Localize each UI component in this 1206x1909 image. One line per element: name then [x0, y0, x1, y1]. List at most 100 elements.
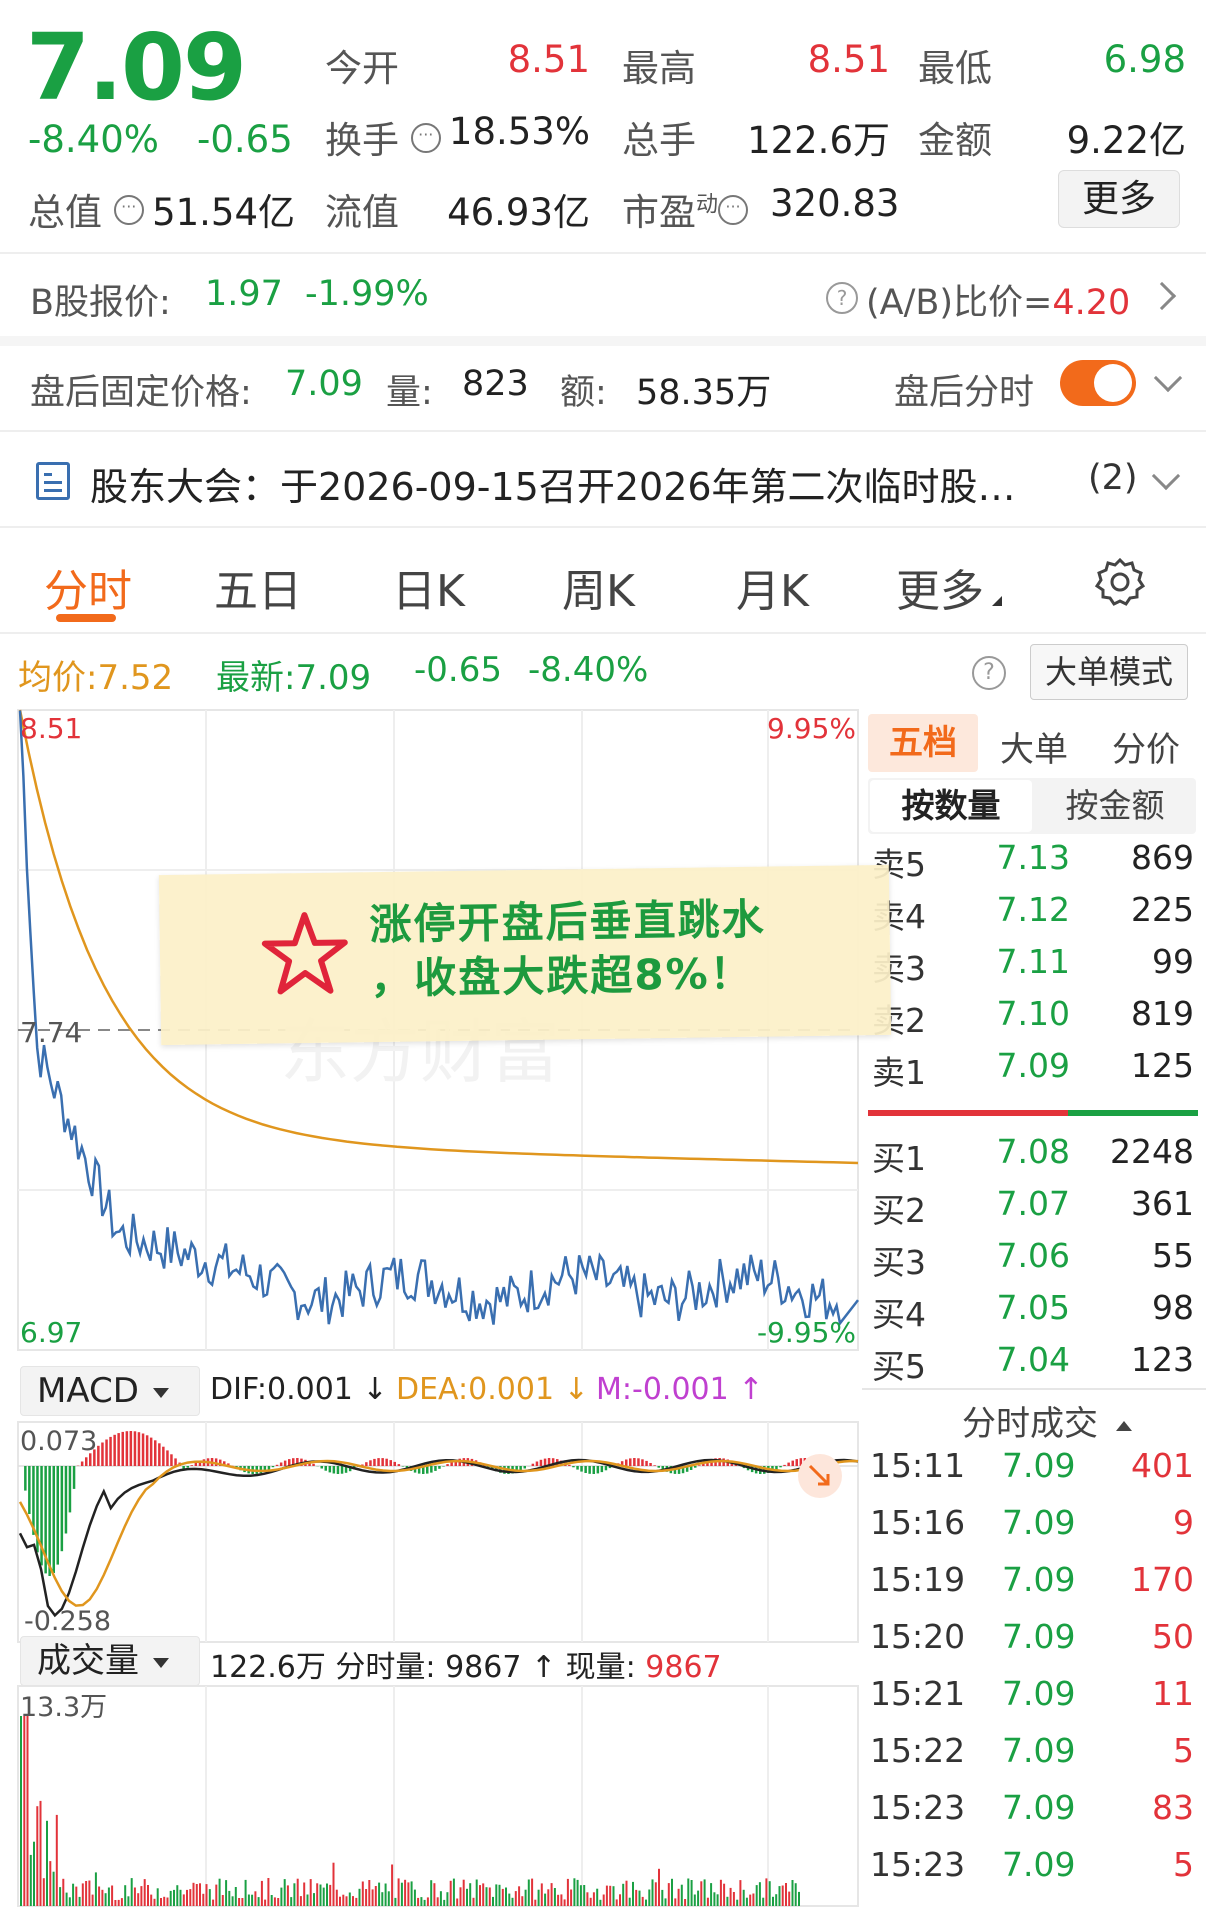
info-icon[interactable]: ··· [113, 194, 144, 225]
volume-bar [407, 1882, 410, 1906]
volume-bar [798, 1891, 800, 1906]
volume-bar [234, 1887, 237, 1906]
more-button[interactable]: 更多 [1058, 170, 1180, 228]
volume-bar [745, 1897, 748, 1906]
tab-price-distribution[interactable]: 分价 [1112, 722, 1180, 771]
volume-bar [547, 1889, 550, 1906]
macd-bar [787, 1462, 790, 1466]
ticks-title[interactable]: 分时成交 [962, 1396, 1132, 1445]
macd-bar [649, 1463, 652, 1466]
after-hours-vol: 823 [462, 364, 529, 404]
volume-bar [277, 1898, 280, 1906]
tab-monthly-k[interactable]: 月K [736, 555, 809, 619]
settings-icon[interactable] [1094, 556, 1146, 608]
macd-bar [64, 1466, 68, 1534]
float-value: 46.93亿 [447, 191, 590, 234]
volume-bar [150, 1894, 153, 1906]
volume-bar [163, 1896, 166, 1906]
bid-row: 买4 7.05 98 [872, 1288, 1194, 1334]
macd-bar [523, 1466, 526, 1469]
volume-bar [518, 1886, 521, 1906]
tab-big-orders[interactable]: 大单 [1000, 722, 1068, 771]
volume-bar [609, 1885, 612, 1906]
volume-bar [247, 1894, 250, 1906]
volume-bar [446, 1892, 449, 1906]
big-order-mode-button[interactable]: 大单模式 [1030, 644, 1188, 700]
volume-bar [775, 1894, 778, 1906]
macd-m: M:-0.001 ↑ [596, 1372, 764, 1407]
volume-bar [309, 1879, 312, 1906]
volume-bar [94, 1872, 97, 1906]
volume-bar [378, 1882, 381, 1906]
volume-bar [322, 1887, 325, 1906]
macd-bar [141, 1433, 145, 1466]
subtab-by-quantity[interactable]: 按数量 [870, 780, 1032, 832]
bshare-pct: -1.99% [305, 274, 429, 314]
chevron-down-icon[interactable] [1153, 363, 1183, 393]
subtab-by-amount[interactable]: 按金额 [1034, 780, 1196, 832]
tab-more[interactable]: 更多 [896, 555, 1002, 619]
macd-bar [56, 1466, 59, 1565]
volume-bar [758, 1882, 761, 1906]
tab-five-levels[interactable]: 五档 [868, 714, 978, 772]
volume-bar [485, 1887, 488, 1906]
divider [0, 252, 1206, 254]
volume-selector[interactable]: 成交量 [20, 1636, 200, 1686]
macd-bar [645, 1460, 648, 1466]
macd-bar [80, 1461, 84, 1466]
volume-bar [729, 1887, 732, 1906]
macd-bar [332, 1466, 336, 1474]
tab-intraday[interactable]: 分时 [44, 555, 132, 619]
macd-bar [401, 1466, 405, 1467]
volume-bar [645, 1899, 647, 1906]
macd-bar [377, 1458, 380, 1466]
macd-selector[interactable]: MACD [20, 1366, 200, 1416]
tab-daily-k[interactable]: 日K [392, 555, 465, 619]
volume-bar [638, 1890, 641, 1906]
info-icon[interactable]: ··· [718, 194, 749, 225]
tick-row: 15:11 7.09 401 [870, 1446, 1194, 1485]
macd-dif: DIF:0.001 ↓ [210, 1372, 388, 1407]
after-hours-price: 7.09 [285, 364, 363, 404]
info-icon[interactable]: ··· [410, 122, 441, 153]
macd-axis-top: 0.073 [20, 1426, 97, 1457]
volume-bar [635, 1889, 638, 1906]
bid-row: 买2 7.07 361 [872, 1184, 1194, 1230]
volume-bar [212, 1899, 215, 1906]
document-icon [36, 462, 70, 500]
volume-bar [456, 1898, 459, 1906]
chevron-down-icon[interactable] [1151, 461, 1181, 491]
change-amount: -0.65 [197, 118, 293, 161]
tab-weekly-k[interactable]: 周K [562, 555, 635, 619]
volume-label: 总手 [622, 119, 696, 162]
volume-bar [33, 1841, 35, 1906]
tab-5day[interactable]: 五日 [214, 555, 302, 619]
volume-bar [62, 1878, 65, 1906]
volume-bar [498, 1884, 501, 1906]
turnover-value: 18.53% [448, 110, 590, 153]
volume-bar [566, 1878, 569, 1906]
macd-bar [442, 1466, 445, 1467]
volume-bar [371, 1889, 374, 1906]
macd-bar [795, 1459, 798, 1466]
volume-bar [147, 1885, 149, 1906]
volume-bar [788, 1891, 791, 1906]
volume-bar [345, 1896, 348, 1906]
macd-axis-bottom: -0.258 [24, 1606, 111, 1637]
after-hours-toggle[interactable] [1060, 360, 1136, 406]
volume-bar [166, 1897, 169, 1906]
volume-bar [75, 1886, 78, 1906]
annotation-text: 涨停开盘后垂直跳水 ，收盘大跌超8%！ [369, 894, 766, 1004]
help-icon[interactable]: ? [826, 282, 858, 314]
help-icon[interactable]: ? [972, 656, 1006, 690]
macd-bar [283, 1460, 287, 1466]
volume-bar [42, 1878, 45, 1906]
volume-bar [36, 1806, 39, 1906]
chevron-right-icon[interactable] [1147, 281, 1177, 311]
macd-bar [576, 1466, 579, 1470]
macd-bar [328, 1466, 332, 1473]
macd-bar [340, 1466, 344, 1474]
volume-bar [736, 1899, 739, 1906]
volume-bar [381, 1892, 384, 1906]
volume-bar [410, 1881, 413, 1906]
